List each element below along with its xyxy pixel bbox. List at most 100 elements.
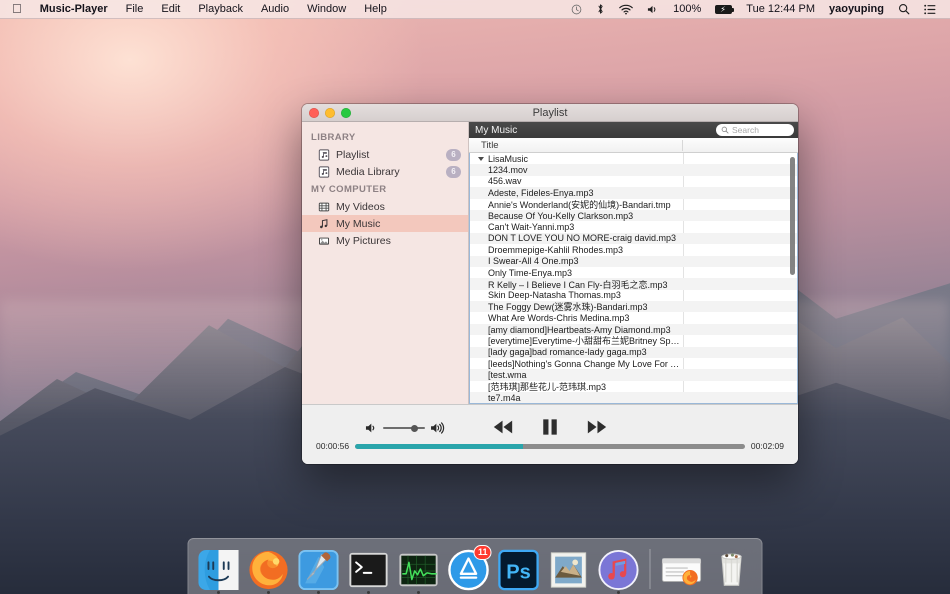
track-title: 1234.mov (488, 165, 528, 175)
menu-bar-left:  Music-Player File Edit Playback Audio … (0, 0, 396, 18)
track-row[interactable]: Because Of You-Kelly Clarkson.mp3 (470, 210, 797, 221)
menu-bar:  Music-Player File Edit Playback Audio … (0, 0, 950, 19)
track-title: Can't Wait-Yanni.mp3 (488, 222, 574, 232)
sidebar-item-my-music-label: My Music (336, 218, 461, 230)
track-row[interactable]: I Swear-All 4 One.mp3 (470, 256, 797, 267)
battery-percent[interactable]: 100% (666, 0, 708, 18)
menu-window[interactable]: Window (298, 0, 355, 18)
dock-item-finder[interactable] (197, 547, 241, 591)
track-title: The Foggy Dew(迷雾水珠)-Bandari.mp3 (488, 300, 648, 313)
firefox-icon (248, 549, 290, 591)
sidebar-item-my-videos-label: My Videos (336, 201, 461, 213)
track-title: [lady gaga]bad romance-lady gaga.mp3 (488, 347, 647, 357)
menu-help[interactable]: Help (355, 0, 396, 18)
dock-item-xcode[interactable] (297, 547, 341, 591)
dock-item-terminal[interactable] (347, 547, 391, 591)
menu-playback[interactable]: Playback (189, 0, 252, 18)
sidebar-item-my-pictures[interactable]: My Pictures (302, 232, 468, 249)
notification-center-icon[interactable] (917, 0, 943, 18)
column-header-title[interactable]: Title (469, 140, 683, 151)
sidebar-item-playlist-label: Playlist (336, 149, 440, 161)
player-controls: 00:00:56 00:02:09 (302, 404, 798, 464)
sidebar-item-my-music[interactable]: My Music (302, 215, 468, 232)
list-column-header: Title (469, 138, 798, 153)
rewind-icon[interactable] (492, 419, 514, 435)
track-title: Only Time-Enya.mp3 (488, 268, 572, 278)
track-row[interactable]: [范玮琪]那些花儿-范玮琪.mp3 (470, 381, 797, 392)
track-row[interactable]: Can't Wait-Yanni.mp3 (470, 221, 797, 232)
track-rows: LisaMusic1234.mov456.wavAdeste, Fideles-… (470, 153, 797, 403)
fast-forward-icon[interactable] (586, 419, 608, 435)
terminal-icon (348, 549, 390, 591)
wifi-icon[interactable] (612, 0, 640, 18)
track-group-row[interactable]: LisaMusic (470, 153, 797, 164)
window-title: Playlist (302, 107, 798, 119)
track-row[interactable]: te7.m4a (470, 392, 797, 403)
music-library-icon (318, 166, 330, 178)
trash-icon (711, 549, 753, 591)
dock-item-minimized-window[interactable] (660, 547, 704, 591)
track-list[interactable]: LisaMusic1234.mov456.wavAdeste, Fideles-… (469, 153, 798, 404)
volume-icon[interactable] (640, 0, 666, 18)
dock-item-trash[interactable] (710, 547, 754, 591)
track-title: Annie's Wonderland(安妮的仙境)-Bandari.tmp (488, 198, 671, 211)
track-group-label: LisaMusic (488, 154, 528, 164)
menu-app-name[interactable]: Music-Player (31, 0, 117, 18)
battery-charging-icon[interactable]: ⚡ (708, 0, 739, 18)
track-row[interactable]: DON T LOVE YOU NO MORE-craig david.mp3 (470, 233, 797, 244)
content-title: My Music (475, 125, 710, 136)
track-title: Droemmepige-Kahlil Rhodes.mp3 (488, 245, 623, 255)
menu-audio[interactable]: Audio (252, 0, 298, 18)
menu-file[interactable]: File (117, 0, 153, 18)
video-icon (318, 201, 330, 213)
dock: 11 Ps (188, 538, 763, 594)
photoshop-icon: Ps (498, 549, 540, 591)
search-placeholder: Search (732, 125, 759, 135)
bluetooth-icon[interactable] (589, 0, 612, 18)
dock-item-photoshop[interactable]: Ps (497, 547, 541, 591)
track-row[interactable]: [lady gaga]bad romance-lady gaga.mp3 (470, 347, 797, 358)
track-row[interactable]: R Kelly – I Believe I Can Fly-白羽毛之恋.mp3 (470, 278, 797, 289)
note-icon (318, 218, 330, 230)
sidebar-item-playlist[interactable]: Playlist 6 (302, 146, 468, 163)
track-row[interactable]: Annie's Wonderland(安妮的仙境)-Bandari.tmp (470, 199, 797, 210)
sidebar-item-media-library[interactable]: Media Library 6 (302, 163, 468, 180)
search-field[interactable]: Search (716, 124, 794, 136)
track-row[interactable]: Droemmepige-Kahlil Rhodes.mp3 (470, 244, 797, 255)
menu-bar-status-area: 100% ⚡ Tue 12:44 PM yaoyuping (564, 0, 950, 18)
dock-item-music-player[interactable] (597, 547, 641, 591)
finder-icon (198, 549, 240, 591)
window-titlebar[interactable]: Playlist (302, 104, 798, 122)
track-row[interactable]: What Are Words-Chris Medina.mp3 (470, 312, 797, 323)
apple-icon[interactable]:  (8, 0, 31, 18)
track-title: te7.m4a (488, 393, 521, 403)
menu-edit[interactable]: Edit (152, 0, 189, 18)
activity-monitor-icon (398, 549, 440, 591)
music-player-icon (598, 549, 640, 591)
track-row[interactable]: 456.wav (470, 176, 797, 187)
track-row[interactable]: The Foggy Dew(迷雾水珠)-Bandari.mp3 (470, 301, 797, 312)
user-name[interactable]: yaoyuping (822, 0, 891, 18)
disclosure-triangle-icon[interactable] (478, 157, 484, 161)
svg-text:Ps: Ps (506, 562, 531, 584)
progress-fill (355, 444, 523, 449)
elapsed-time: 00:00:56 (316, 441, 349, 451)
dock-item-app-store[interactable]: 11 (447, 547, 491, 591)
track-row[interactable]: [leeds]Nothing's Gonna Change My Love Fo… (470, 358, 797, 369)
picture-icon (318, 235, 330, 247)
track-row[interactable]: 1234.mov (470, 164, 797, 175)
dock-item-firefox[interactable] (247, 547, 291, 591)
pause-icon[interactable] (540, 418, 560, 436)
search-icon[interactable] (891, 0, 917, 18)
remaining-time: 00:02:09 (751, 441, 784, 451)
xcode-icon (298, 549, 340, 591)
clock-icon[interactable] (564, 0, 589, 18)
dock-item-activity-monitor[interactable] (397, 547, 441, 591)
track-row[interactable]: [everytime]Everytime-小甜甜布兰妮Britney Spear… (470, 335, 797, 346)
sidebar-item-my-videos[interactable]: My Videos (302, 198, 468, 215)
progress-slider[interactable] (355, 444, 745, 449)
dock-item-mail[interactable] (547, 547, 591, 591)
menu-clock[interactable]: Tue 12:44 PM (739, 0, 822, 18)
search-icon (721, 126, 729, 134)
vertical-scrollbar[interactable] (790, 157, 795, 275)
